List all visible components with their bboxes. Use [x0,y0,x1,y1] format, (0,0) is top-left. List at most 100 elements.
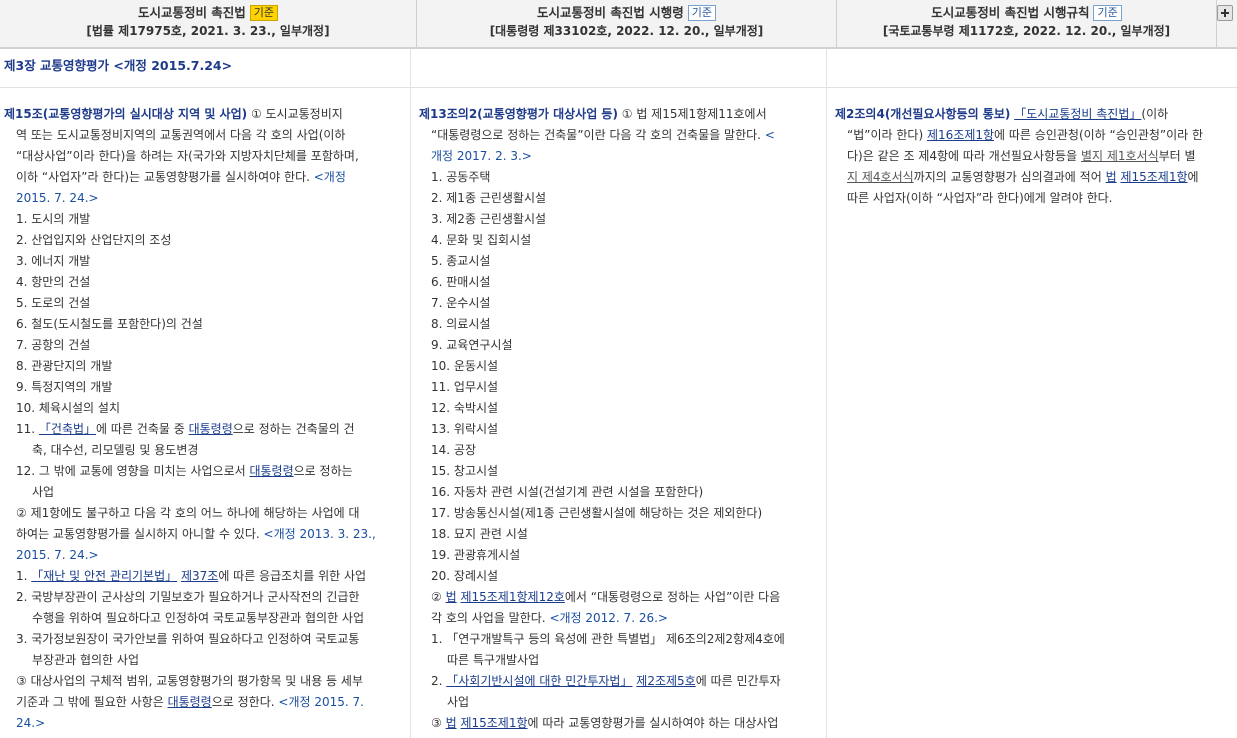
standard-badge[interactable]: 기준 [687,5,716,21]
list-item: 2. 「사회기반시설에 대한 민간투자법」 제2조제5호에 따른 민간투자 [419,671,820,692]
list-item: 18. 묘지 관련 시설 [431,527,528,541]
amendment-note: < [761,128,775,142]
form-link[interactable]: 지 제4호서식 [847,170,914,184]
item-text: 사업 [447,695,470,709]
law-link[interactable]: 「사회기반시설에 대한 민간투자법」 [446,674,632,688]
amendment-note: 2015. 7. 24.> [16,548,99,562]
standard-badge[interactable]: 기준 [249,5,279,21]
list-item: 1. 도시의 개발 [16,212,91,226]
law-link[interactable]: 「건축법」 [39,422,96,436]
chapter-title: 제3장 교통영향평가 <개정 2015.7.24> [4,58,233,73]
paragraph-text: 하여는 교통영향평가를 실시하지 아니할 수 있다. [16,527,260,541]
list-item: 2. 국방부장관이 군사상의 기밀보호가 필요하거나 군사작전의 긴급한 [16,590,360,604]
amendment-note: <개정 2015. 7. [274,695,364,709]
list-item: 17. 방송통신시설(제1종 근린생활시설에 해당하는 것은 제외한다) [431,506,763,520]
article-link[interactable]: 제2조제5호 [636,674,695,688]
article-text: 에 따른 승인관청(이하 “승인관청”이라 한 [994,128,1204,142]
article-line: 제15조(교통영향평가의 실시대상 지역 및 사업) ① 도시교통정비지 [4,104,404,125]
list-item: 10. 운동시설 [431,359,499,373]
list-item: 1. 「연구개발특구 등의 육성에 관한 특별법」 제6조의2제2항제4호에 [431,632,785,646]
item-number: 11. [16,422,39,436]
list-item: 16. 자동차 관련 시설(건설기계 관련 시설을 포함한다) [431,485,704,499]
list-item: 4. 항만의 건설 [16,275,91,289]
paragraph-number: ③ [431,716,446,730]
amendment-note: 2015. 7. 24.> [16,191,99,205]
paragraph-line: ③ 법 제15조제1항에 따라 교통영향평가를 실시하여야 하는 대상사업 [419,713,820,734]
list-item: 15. 창고시설 [431,464,499,478]
list-item: 1. 공동주택 [431,170,491,184]
item-link[interactable]: 제12호 [528,590,565,604]
paragraph-line: 각 호의 사업을 말한다. <개정 2012. 7. 26.> [419,608,820,629]
list-item: 6. 판매시설 [431,275,491,289]
header-law-title[interactable]: 도시교통정비 촉진법 [138,5,246,20]
paragraph-text: ② 제1항에도 불구하고 다음 각 호의 어느 하나에 해당하는 사업에 대 [16,506,360,520]
decree-link[interactable]: 대통령령 [249,464,293,478]
article-text-line: “대통령령으로 정하는 건축물”이란 다음 각 호의 건축물을 말한다. < [419,125,820,146]
item-text: 축, 대수선, 리모델링 및 용도변경 [32,443,199,457]
item-text: 수행을 위하여 필요하다고 인정하여 국토교통부장관과 협의한 사업 [32,611,365,625]
header-law-title-row: 도시교통정비 촉진법 기준 [0,4,416,21]
law-link[interactable]: 법 [446,716,457,730]
article-title: 제2조의4(개선필요사항등의 통보) [835,107,1011,121]
law-link[interactable]: 「도시교통정비 촉진법」 [1014,107,1141,121]
article-text: “대통령령으로 정하는 건축물”이란 다음 각 호의 건축물을 말한다. [431,128,761,142]
standard-badge[interactable]: 기준 [1093,5,1122,21]
article-text: 다)은 같은 조 제4항에 따라 개선필요사항등을 [847,149,1081,163]
article-link[interactable]: 제16조 [927,128,964,142]
article-text: 역 또는 도시교통정비지역의 교통권역에서 다음 각 호의 사업(이하 [16,128,346,142]
article-link[interactable]: 제37조 [181,569,218,583]
list-item: 5. 종교시설 [431,254,491,268]
list-item: 11. 업무시설 [431,380,499,394]
item-text: 12. 그 밖에 교통에 영향을 미치는 사업으로서 [16,464,250,478]
item-text: 따른 특구개발사업 [447,653,540,667]
paragraph-line: ② 법 제15조제1항제12호에서 “대통령령으로 정하는 사업”이란 다음 [419,587,820,608]
article-link[interactable]: 제15조제1항 [460,590,527,604]
article-text: ① 법 제15제1항제11호에서 [617,107,767,121]
amendment-note: <개정 [309,170,346,184]
article-text: 이하 “사업자”라 한다)는 교통영향평가를 실시하여야 한다. [16,170,310,184]
article-line: 제2조의4(개선필요사항등의 통보) 「도시교통정비 촉진법」(이하 [835,104,1231,125]
article-link[interactable]: 제15조 [1120,170,1157,184]
law-link[interactable]: 「재난 및 안전 관리기본법」 [31,569,177,583]
header-rule-title-row: 도시교통정비 촉진법 시행규칙 기준 [837,4,1216,21]
article-text: 따른 사업자(이하 “사업자”라 한다)에게 알려야 한다. [847,191,1113,205]
article-link[interactable]: 제15조제1항 [460,716,527,730]
article-text-line: 이하 “사업자”라 한다)는 교통영향평가를 실시하여야 한다. <개정 [4,167,404,188]
list-item: 7. 공항의 건설 [16,338,91,352]
amendment-note: <개정 2013. 3. 23., [259,527,376,541]
expand-plus-icon[interactable] [1217,5,1233,21]
law-link[interactable]: 법 [1106,170,1117,184]
item-text: 으로 정하는 [293,464,353,478]
list-item: 3. 국가정보원장이 국가안보를 위하여 필요하다고 인정하여 국토교통 [16,632,360,646]
chapter-cell-rule [827,49,1237,87]
header-decree-title-row: 도시교통정비 촉진법 시행령 기준 [417,4,836,21]
header-rule-subtitle: [국토교통부령 제1172호, 2022. 12. 20., 일부개정] [882,24,1171,38]
header-rule-title[interactable]: 도시교통정비 촉진법 시행규칙 [931,5,1089,20]
amendment-note: 개정 2017. 2. 3.> [431,149,532,163]
list-item: 12. 숙박시설 [431,401,499,415]
list-item: 9. 교육연구시설 [431,338,513,352]
list-item: 19. 관광휴게시설 [431,548,521,562]
decree-link[interactable]: 대통령령 [189,422,233,436]
law-link[interactable]: 법 [446,590,457,604]
paragraph-text: 으로 정한다. [211,695,275,709]
chapter-cell-decree [411,49,827,87]
decree-link[interactable]: 대통령령 [168,695,212,709]
item-number: 2. [431,674,447,688]
paragraph-number: ② [431,590,446,604]
article-text: 까지의 교통영향평가 심의결과에 적어 [913,170,1106,184]
list-item: 7. 운수시설 [431,296,491,310]
list-item: 11. 「건축법」에 따른 건축물 중 대통령령으로 정하는 건축물의 건 [4,419,404,440]
article-text: 부터 별 [1158,149,1196,163]
list-item: 6. 철도(도시철도를 포함한다)의 건설 [16,317,203,331]
paragraph-link[interactable]: 제1항 [964,128,994,142]
amendment-note: 24.> [16,716,46,730]
list-item: 1. 「재난 및 안전 관리기본법」 제37조에 따른 응급조치를 위한 사업 [4,566,404,587]
paragraph-link[interactable]: 제1항 [1158,170,1188,184]
item-number: 1. [16,569,32,583]
chapter-row: 제3장 교통영향평가 <개정 2015.7.24> [0,49,1237,88]
article-text: 에 [1187,170,1199,184]
header-decree-title[interactable]: 도시교통정비 촉진법 시행령 [537,5,684,20]
form-link[interactable]: 별지 제1호서식 [1081,149,1159,163]
article-line: 제13조의2(교통영향평가 대상사업 등) ① 법 제15제1항제11호에서 [419,104,820,125]
